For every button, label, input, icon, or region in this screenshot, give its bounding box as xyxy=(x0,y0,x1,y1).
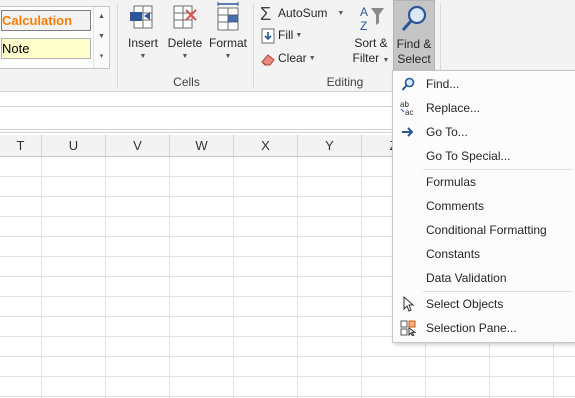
menu-item-selection-pane[interactable]: Selection Pane... xyxy=(394,317,574,339)
style-calculation[interactable]: Calculation xyxy=(1,10,91,31)
grid-line xyxy=(233,157,234,398)
magnifier-icon xyxy=(399,3,429,37)
column-header-w[interactable]: W xyxy=(170,135,234,156)
binoculars-icon xyxy=(400,76,416,92)
column-header-t[interactable]: T xyxy=(0,135,42,156)
column-header-v[interactable]: V xyxy=(106,135,170,156)
chevron-down-icon: ▼ xyxy=(224,53,232,60)
sigma-icon: Σ xyxy=(260,3,272,24)
grid-line xyxy=(0,376,575,377)
selection-pane-icon xyxy=(400,320,417,337)
chevron-down-icon: ▼ xyxy=(337,9,345,17)
gallery-scroll-up-icon[interactable]: ▲ xyxy=(94,7,109,27)
chevron-down-icon: ▼ xyxy=(295,31,303,39)
fill-down-icon xyxy=(260,28,276,44)
autosum-button[interactable]: Σ AutoSum ▼ xyxy=(260,3,344,23)
grid-line xyxy=(169,157,170,398)
cell-styles-gallery: Calculation Note ▲ ▼ ▾ xyxy=(0,6,110,69)
column-header-x[interactable]: X xyxy=(234,135,298,156)
delete-cells-icon xyxy=(170,2,200,36)
svg-text:ac: ac xyxy=(405,108,413,116)
menu-item-find[interactable]: Find... xyxy=(394,73,574,95)
menu-separator xyxy=(423,169,573,170)
find-select-button[interactable]: Find & Select ▼ xyxy=(393,0,435,80)
menu-separator xyxy=(423,291,573,292)
menu-item-comments[interactable]: Comments xyxy=(394,195,574,217)
chevron-down-icon: ▼ xyxy=(139,53,147,60)
grid-line xyxy=(0,396,575,397)
group-separator xyxy=(253,4,254,88)
menu-item-select-objects[interactable]: Select Objects xyxy=(394,293,574,315)
column-header-y[interactable]: Y xyxy=(298,135,362,156)
chevron-down-icon: ▼ xyxy=(181,53,189,60)
menu-item-go-to-special[interactable]: Go To Special... xyxy=(394,145,574,167)
fill-button[interactable]: Fill ▼ xyxy=(260,25,302,45)
menu-item-constants[interactable]: Constants xyxy=(394,243,574,265)
format-cells-icon xyxy=(213,2,243,36)
eraser-icon xyxy=(260,51,276,67)
clear-button[interactable]: Clear ▼ xyxy=(260,48,316,68)
gallery-scrollbar: ▲ ▼ ▾ xyxy=(93,7,109,68)
replace-icon: ab ac xyxy=(400,100,416,117)
arrow-right-icon xyxy=(400,124,416,140)
sort-filter-button[interactable]: A Z Sort & Filter ▼ xyxy=(351,2,391,67)
format-button[interactable]: Format ▼ xyxy=(207,2,249,63)
pointer-icon xyxy=(400,295,416,312)
menu-item-replace[interactable]: ab ac Replace... xyxy=(394,97,574,119)
grid-line xyxy=(0,356,575,357)
editing-group-label: Editing xyxy=(326,75,364,89)
cells-group-label: Cells xyxy=(173,75,200,89)
chevron-down-icon: ▼ xyxy=(382,57,390,64)
find-select-menu: Find... ab ac Replace... Go To... Go To S… xyxy=(392,70,575,343)
menu-item-conditional-formatting[interactable]: Conditional Formatting xyxy=(394,219,574,241)
insert-cells-icon xyxy=(128,2,158,36)
style-note[interactable]: Note xyxy=(1,38,91,59)
svg-text:A: A xyxy=(360,5,368,19)
menu-item-formulas[interactable]: Formulas xyxy=(394,171,574,193)
svg-text:Z: Z xyxy=(360,19,367,33)
group-separator xyxy=(117,4,118,88)
sort-filter-icon: A Z xyxy=(356,2,386,36)
gallery-scroll-down-icon[interactable]: ▼ xyxy=(94,27,109,47)
delete-button[interactable]: Delete ▼ xyxy=(166,2,204,63)
menu-item-data-validation[interactable]: Data Validation xyxy=(394,267,574,289)
column-header-u[interactable]: U xyxy=(42,135,106,156)
gallery-more-icon[interactable]: ▾ xyxy=(94,47,109,67)
insert-button[interactable]: Insert ▼ xyxy=(124,2,162,63)
chevron-down-icon: ▼ xyxy=(308,54,316,62)
grid-line xyxy=(105,157,106,398)
grid-line xyxy=(361,157,362,398)
grid-line xyxy=(41,157,42,398)
grid-line xyxy=(297,157,298,398)
menu-item-go-to[interactable]: Go To... xyxy=(394,121,574,143)
